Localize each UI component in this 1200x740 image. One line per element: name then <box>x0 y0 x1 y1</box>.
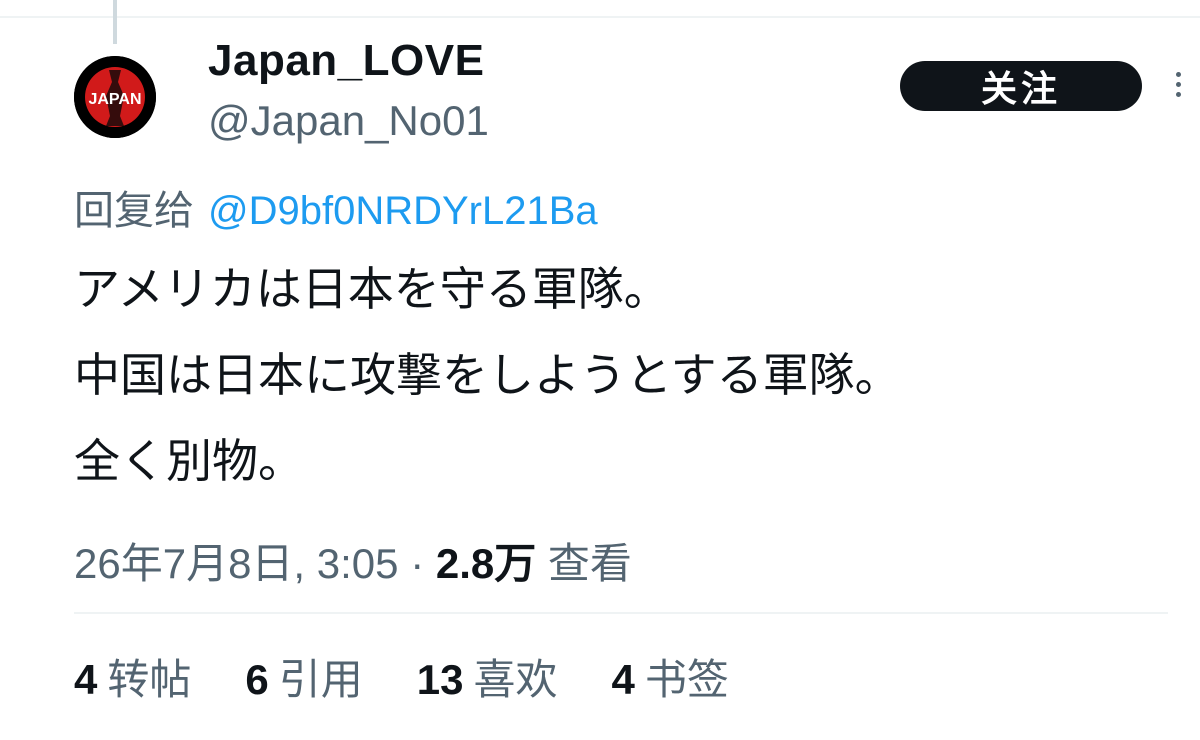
stat-likes[interactable]: 13 喜欢 <box>417 646 558 707</box>
stat-bookmarks[interactable]: 4 书签 <box>611 646 728 707</box>
stat-count: 4 <box>74 656 98 703</box>
reply-to-mention-link[interactable]: @D9bf0NRDYrL21Ba <box>208 189 598 233</box>
more-vertical-icon[interactable] <box>1168 72 1188 104</box>
avatar[interactable]: JAPAN <box>74 56 156 138</box>
views-count: 2.8万 <box>435 540 537 587</box>
stat-label: 书签 <box>644 656 729 703</box>
stats-divider <box>74 612 1168 614</box>
stat-label: 转帖 <box>107 656 192 703</box>
stat-count: 13 <box>416 656 464 703</box>
stat-count: 4 <box>611 656 635 703</box>
tweet-text-line: 全く別物。 <box>74 435 304 487</box>
stat-label: 喜欢 <box>473 656 558 703</box>
stat-count: 6 <box>245 656 269 703</box>
avatar-image: JAPAN <box>74 56 156 138</box>
stat-label: 引用 <box>278 656 363 703</box>
author-handle[interactable]: @Japan_No01 <box>208 97 489 145</box>
stat-reposts[interactable]: 4 转帖 <box>74 646 191 707</box>
tweet-text-line: 中国は日本に攻撃をしようとする軍隊。 <box>74 349 901 401</box>
top-divider <box>0 16 1200 18</box>
meta-separator: · <box>398 540 436 587</box>
stat-quotes[interactable]: 6 引用 <box>245 646 362 707</box>
views-label: 查看 <box>547 540 632 587</box>
follow-button[interactable]: 关注 <box>900 61 1142 111</box>
reply-to-line: 回复给 @D9bf0NRDYrL21Ba <box>74 178 598 236</box>
tweet-text-line: アメリカは日本を守る軍隊。 <box>74 263 670 315</box>
tweet-timestamp[interactable]: 26年7月8日, 3:05 <box>74 540 399 587</box>
engagement-stats: 4 转帖 6 引用 13 喜欢 4 书签 <box>74 646 783 707</box>
thread-connector-line <box>113 0 117 44</box>
avatar-logo-text: JAPAN <box>88 91 141 108</box>
reply-to-prefix: 回复给 <box>74 189 194 233</box>
tweet-meta: 26年7月8日, 3:05 · 2.8万 查看 <box>74 530 632 591</box>
tweet-text: アメリカは日本を守る軍隊。 中国は日本に攻撃をしようとする軍隊。 全く別物。 <box>74 266 901 524</box>
author-display-name[interactable]: Japan_LOVE <box>208 36 484 86</box>
